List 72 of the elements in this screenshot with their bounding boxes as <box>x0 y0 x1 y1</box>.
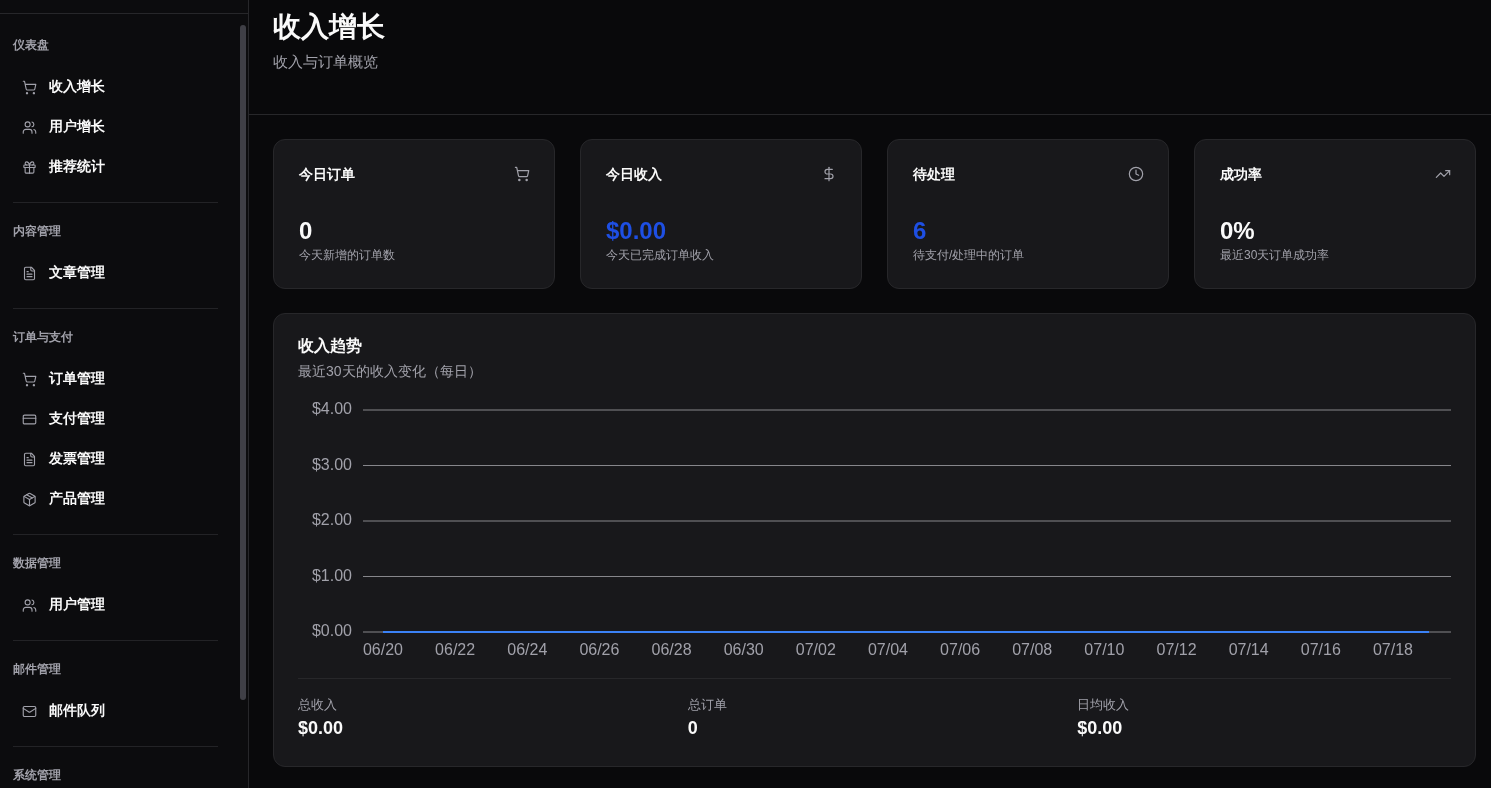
summary-value: $0.00 <box>1077 717 1124 740</box>
document-icon <box>22 451 37 467</box>
sidebar-item[interactable]: 支付管理 <box>13 399 218 439</box>
axis-label: 06/26 <box>579 641 620 659</box>
sidebar-item[interactable]: 收入增长 <box>13 67 218 107</box>
axis-label: 07/04 <box>867 641 908 659</box>
axis-label: 07/12 <box>1156 641 1197 659</box>
axis-label: 07/10 <box>1084 641 1125 659</box>
sidebar-item[interactable]: 用户增长 <box>13 107 218 147</box>
scrollbar-thumb[interactable] <box>240 25 246 700</box>
sidebar-item[interactable]: 文章管理 <box>13 253 218 293</box>
sidebar-section-title: 数据管理 <box>13 555 62 571</box>
users-icon <box>22 597 37 613</box>
sidebar-item[interactable]: 用户管理 <box>13 585 218 625</box>
axis-label: 06/24 <box>507 641 548 659</box>
axis-label: $1.00 <box>311 566 352 584</box>
cart-icon <box>22 371 37 387</box>
cart-icon <box>514 166 530 182</box>
sidebar-item[interactable]: 订单管理 <box>13 359 218 399</box>
sidebar-section-title: 订单与支付 <box>13 329 74 345</box>
document-icon <box>22 265 37 281</box>
stat-value: 0% <box>1220 216 1256 246</box>
axis-label: 07/14 <box>1228 641 1269 659</box>
axis-label: $2.00 <box>311 511 352 529</box>
stat-value: 6 <box>913 216 928 246</box>
sidebar-section-title: 内容管理 <box>13 223 62 239</box>
axis-label: 07/16 <box>1300 641 1341 659</box>
dollar-icon <box>821 166 837 182</box>
axis-label: 07/02 <box>795 641 836 659</box>
credit-card-icon <box>22 411 37 427</box>
axis-label: 06/20 <box>363 641 403 659</box>
stat-title: 今日收入 <box>606 165 662 184</box>
stat-description: 今天已完成订单收入 <box>606 247 715 263</box>
stat-title: 待处理 <box>913 165 955 184</box>
summary-label: 日均收入 <box>1077 696 1131 714</box>
sidebar-section-title: 系统管理 <box>13 767 62 783</box>
sidebar-item[interactable]: 邮件队列 <box>13 691 218 731</box>
axis-label: $3.00 <box>311 455 352 473</box>
stat-description: 今天新增的订单数 <box>299 247 396 263</box>
stat-value: $0.00 <box>606 216 668 246</box>
axis-label: 07/06 <box>940 641 981 659</box>
axis-label: 06/30 <box>723 641 764 659</box>
sidebar-item[interactable]: 发票管理 <box>13 439 218 479</box>
sidebar-section-title: 仪表盘 <box>13 37 50 53</box>
stat-title: 今日订单 <box>299 165 355 184</box>
sidebar-section-title: 邮件管理 <box>13 661 62 677</box>
stat-description: 待支付/处理中的订单 <box>913 247 1026 263</box>
axis-label: $0.00 <box>311 622 352 640</box>
axis-label: 07/18 <box>1372 641 1413 659</box>
summary-label: 总收入 <box>298 696 338 714</box>
axis-label: $4.00 <box>311 400 352 418</box>
gift-icon <box>22 159 37 175</box>
box-icon <box>22 491 37 507</box>
stat-value: 0 <box>299 216 314 246</box>
axis-label: 06/22 <box>435 641 476 659</box>
axis-label: 06/28 <box>651 641 692 659</box>
summary-label: 总订单 <box>687 696 728 714</box>
chart-subtitle: 最近30天的收入变化（每日） <box>298 362 483 381</box>
summary-value: $0.00 <box>298 717 345 740</box>
page-title: 收入增长 <box>273 10 386 44</box>
clock-icon <box>1128 166 1144 182</box>
users-icon <box>22 119 37 135</box>
sidebar-item[interactable]: 产品管理 <box>13 479 218 519</box>
cart-icon <box>22 79 37 95</box>
stat-title: 成功率 <box>1220 165 1262 184</box>
summary-value: 0 <box>687 717 699 740</box>
axis-label: 07/08 <box>1012 641 1053 659</box>
chart-title: 收入趋势 <box>298 336 363 356</box>
page-subtitle: 收入与订单概览 <box>273 52 379 72</box>
stat-description: 最近30天订单成功率 <box>1220 247 1331 263</box>
mail-icon <box>22 703 37 719</box>
sidebar-item[interactable]: 推荐统计 <box>13 147 218 187</box>
